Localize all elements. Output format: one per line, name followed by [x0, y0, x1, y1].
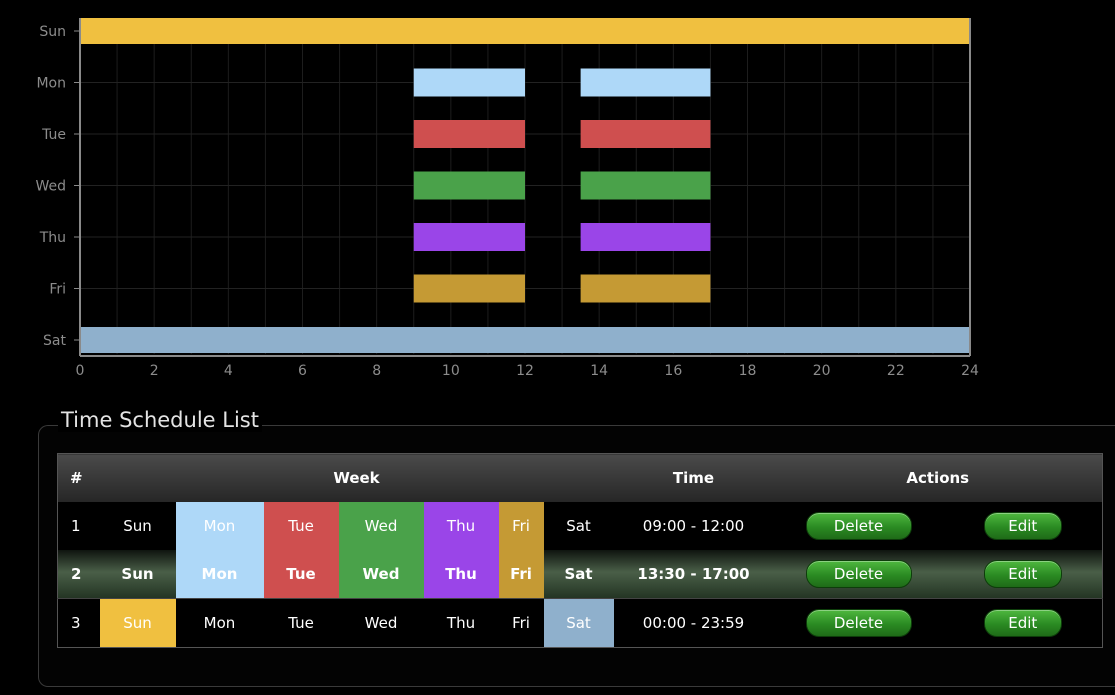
y-tick-label: Sun	[39, 24, 66, 40]
day-cell-wed: Wed	[338, 502, 424, 550]
schedule-table: # Week Time Actions 1 Sun Mon Tue Wed Thu Fri S…	[57, 453, 1104, 648]
day-cell-mon: Mon	[175, 502, 264, 550]
delete-button[interactable]: Delete	[805, 512, 912, 540]
chart-bar-fri	[413, 274, 525, 303]
day-cell-fri: Fri	[498, 598, 544, 648]
day-cell-tue: Tue	[263, 502, 339, 550]
day-cell-tue: Tue	[263, 598, 339, 648]
day-cell-sun: Sun	[121, 565, 154, 583]
delete-button[interactable]: Delete	[805, 609, 912, 637]
edit-button[interactable]: Edit	[983, 560, 1062, 588]
x-tick-label: 16	[664, 363, 682, 379]
day-cell-sat: Sat	[566, 517, 591, 535]
day-cell-wed: Wed	[338, 598, 424, 648]
header-week: Week	[99, 453, 614, 502]
x-tick-label: 18	[739, 363, 757, 379]
header-time: Time	[613, 453, 774, 502]
x-tick-label: 2	[150, 363, 159, 379]
y-tick-label: Sat	[43, 333, 66, 349]
edit-cell: Edit	[943, 598, 1103, 648]
edit-cell: Edit	[944, 550, 1103, 599]
table-row[interactable]: 2 Sun Mon Tue Wed Thu Fri Sat 13:30 - 17:00 Delet…	[57, 550, 1103, 599]
day-cell-thu: Thu	[423, 550, 499, 599]
chart-bar-wed	[413, 171, 525, 200]
row-number: 3	[57, 598, 100, 648]
day-cell-mon: Mon	[175, 598, 264, 648]
day-cell-wed: Wed	[338, 550, 424, 599]
chart-bar-mon	[580, 68, 711, 97]
edit-button[interactable]: Edit	[983, 609, 1062, 637]
x-tick-label: 10	[442, 363, 460, 379]
header-num: #	[57, 453, 100, 502]
day-cell-tue: Tue	[263, 550, 339, 599]
schedule-list-title: Time Schedule List	[58, 408, 262, 432]
x-tick-label: 24	[961, 363, 979, 379]
table-header-row: # Week Time Actions	[57, 453, 1103, 502]
x-tick-label: 20	[813, 363, 831, 379]
y-tick-label: Mon	[36, 76, 66, 92]
day-cell-sat: Sat	[564, 565, 593, 583]
edit-cell: Edit	[944, 502, 1103, 550]
chart-bar-mon	[413, 68, 525, 97]
x-tick-label: 0	[76, 363, 85, 379]
delete-cell: Delete	[773, 598, 944, 648]
chart-bar-thu	[413, 223, 525, 251]
row-number: 2	[71, 565, 82, 583]
delete-button[interactable]: Delete	[805, 560, 912, 588]
chart-bar-fri	[580, 274, 711, 303]
day-cell-sun: Sun	[99, 598, 176, 648]
chart-bar-sat	[80, 327, 970, 353]
x-tick-label: 6	[298, 363, 307, 379]
x-tick-label: 4	[224, 363, 233, 379]
day-cell-mon: Mon	[175, 550, 264, 599]
time-range: 09:00 - 12:00	[642, 517, 745, 535]
chart-bar-wed	[580, 171, 711, 200]
table-row[interactable]: 1 Sun Mon Tue Wed Thu Fri Sat 09:00 - 12:00 Delet…	[57, 502, 1103, 550]
day-cell-sat: Sat	[543, 598, 614, 648]
delete-cell: Delete	[774, 502, 944, 550]
chart-bar-tue	[580, 120, 711, 148]
x-tick-label: 8	[372, 363, 381, 379]
y-tick-label: Tue	[41, 127, 66, 143]
day-cell-thu: Thu	[423, 598, 499, 648]
weekly-schedule-chart: SunMonTueWedThuFriSat0 2 4 6 8 10 12 14 16 18 20 22…	[35, 18, 979, 379]
chart-bar-sun	[80, 18, 970, 44]
delete-cell: Delete	[774, 550, 944, 599]
x-tick-label: 12	[516, 363, 534, 379]
table-row[interactable]: 3 Sun Mon Tue Wed Thu Fri Sat 00:00 - 23:59 Delet…	[57, 598, 1103, 648]
x-tick-label: 22	[887, 363, 905, 379]
day-cell-fri: Fri	[498, 550, 544, 599]
y-tick-label: Thu	[39, 230, 66, 246]
day-cell-fri: Fri	[498, 502, 544, 550]
y-tick-label: Wed	[35, 179, 66, 195]
x-tick-label: 14	[590, 363, 608, 379]
day-cell-sun: Sun	[123, 517, 152, 535]
chart-bar-tue	[413, 120, 525, 148]
edit-button[interactable]: Edit	[983, 512, 1062, 540]
day-cell-thu: Thu	[423, 502, 499, 550]
header-actions: Actions	[773, 453, 1103, 502]
time-range: 13:30 - 17:00	[637, 565, 750, 583]
time-range: 00:00 - 23:59	[613, 598, 774, 648]
chart-bar-thu	[580, 223, 711, 251]
y-tick-label: Fri	[49, 282, 66, 298]
row-number: 1	[71, 517, 81, 535]
